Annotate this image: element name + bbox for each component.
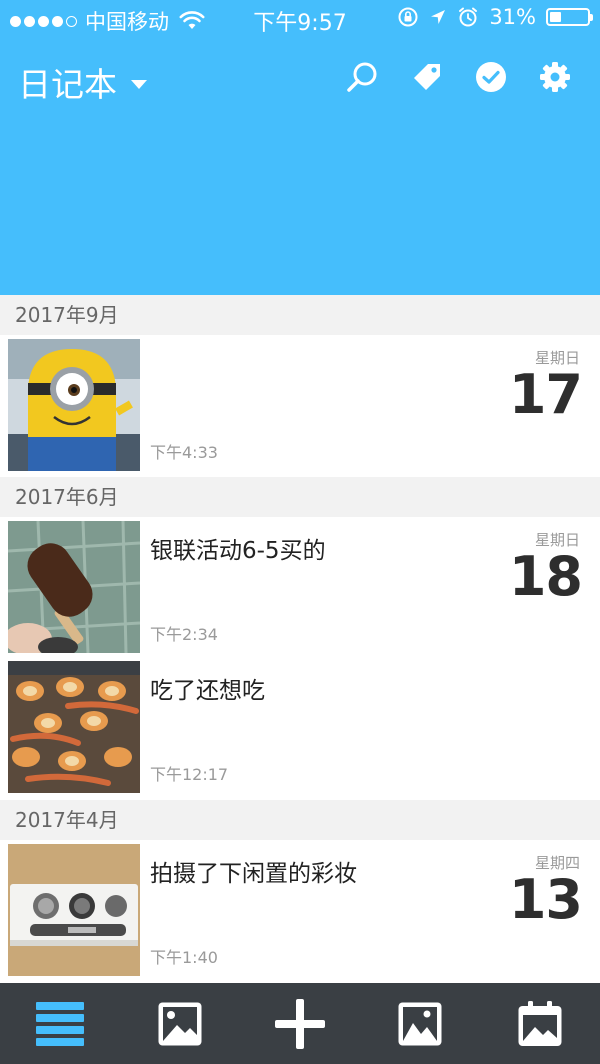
entry-title: 拍摄了下闲置的彩妆: [150, 861, 357, 887]
entry-title: 吃了还想吃: [150, 678, 265, 704]
battery-icon: [546, 8, 593, 26]
page-title: 日记本: [18, 65, 117, 104]
search-button[interactable]: [346, 60, 380, 94]
add-icon: [275, 998, 325, 1049]
orientation-lock-icon: [398, 7, 418, 27]
tab-photo[interactable]: [150, 994, 210, 1054]
diary-entry[interactable]: 银联活动6-5买的 下午2:34 星期日 18: [0, 517, 600, 657]
entry-day: 17: [508, 363, 583, 426]
done-button[interactable]: [474, 60, 508, 94]
entry-thumbnail: [8, 521, 140, 653]
makeup-photo: [8, 844, 140, 976]
entry-time: 下午4:33: [150, 443, 218, 462]
status-bar: 中国移动 下午9:57 31%: [0, 0, 600, 36]
diary-entry[interactable]: 吃了还想吃 下午12:17: [0, 657, 600, 797]
list-icon: [36, 1001, 84, 1046]
seafood-photo: [8, 661, 140, 793]
nav-actions: [346, 60, 572, 94]
tab-photos[interactable]: [390, 994, 450, 1054]
photos-icon: [398, 1002, 442, 1045]
search-icon: [347, 62, 377, 92]
entry-thumbnail: [8, 339, 140, 471]
check-circle-icon: [476, 62, 506, 92]
notebook-switcher[interactable]: 日记本: [18, 58, 147, 106]
tab-bar: [0, 983, 600, 1064]
tab-calendar[interactable]: [510, 994, 570, 1054]
entry-time: 下午2:34: [150, 625, 218, 644]
location-arrow-icon: [431, 10, 446, 24]
battery-fill: [550, 12, 561, 22]
month-header: 2017年6月: [0, 477, 600, 517]
tag-icon: [414, 64, 440, 90]
diary-list: 2017年9月 下午4:33 星期日 17 2017年6月 银联活动6-5买的 …: [0, 295, 600, 983]
calendar-icon: [518, 1000, 562, 1046]
entry-thumbnail: [8, 661, 140, 793]
tag-button[interactable]: [410, 60, 444, 94]
alarm-icon: [459, 7, 478, 27]
entry-thumbnail: [8, 844, 140, 976]
header: 中国移动 下午9:57 31% 日记本: [0, 0, 600, 295]
entry-title: 银联活动6-5买的: [150, 538, 326, 564]
chevron-down-icon: [131, 79, 147, 89]
month-header: 2017年4月: [0, 800, 600, 840]
gear-icon: [540, 62, 570, 92]
minion-photo: [8, 339, 140, 471]
diary-entry[interactable]: 拍摄了下闲置的彩妆 下午1:40 星期四 13: [0, 840, 600, 980]
diary-entry[interactable]: 下午4:33 星期日 17: [0, 335, 600, 475]
ice-cream-photo: [8, 521, 140, 653]
entry-time: 下午1:40: [150, 948, 218, 967]
month-header: 2017年9月: [0, 295, 600, 335]
tab-list[interactable]: [30, 994, 90, 1054]
settings-button[interactable]: [538, 60, 572, 94]
status-right: 31%: [397, 5, 593, 29]
navbar: 日记本: [0, 52, 600, 108]
battery-percent: 31%: [489, 5, 536, 29]
photo-icon: [158, 1002, 202, 1045]
entry-time: 下午12:17: [150, 765, 229, 784]
tab-add[interactable]: [270, 994, 330, 1054]
entry-day: 18: [508, 545, 583, 608]
entry-day: 13: [508, 868, 583, 931]
